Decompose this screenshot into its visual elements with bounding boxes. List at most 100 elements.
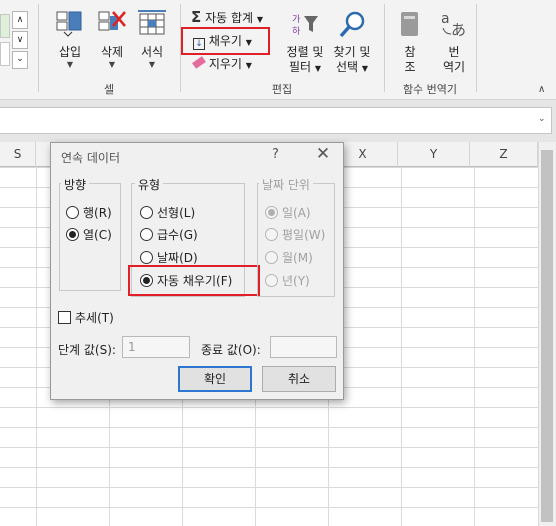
trend-label: 추세(T) — [75, 311, 114, 325]
series-dialog: 연속 데이터 ? ✕ 방향 행(R) 열(C) 유형 선형(L) 급수(G) 날… — [50, 142, 344, 400]
delete-cells-icon — [98, 11, 126, 31]
partial-style-box[interactable] — [0, 14, 10, 38]
weekday-label: 평일(W) — [282, 228, 326, 242]
find-select-button[interactable]: 찾기 및 선택 ▼ — [330, 10, 374, 76]
month-label: 월(M) — [282, 251, 313, 265]
expand-formula-icon[interactable]: ⌄ — [538, 114, 546, 124]
group-separator — [476, 4, 477, 92]
radio-indicator — [140, 251, 153, 264]
column-header[interactable]: Z — [470, 142, 538, 167]
radio-indicator — [140, 228, 153, 241]
cells-group-label: 셀 — [103, 83, 115, 96]
clear-button[interactable]: 지우기 ▼ — [192, 55, 252, 73]
dialog-title: 연속 데이터 — [61, 151, 121, 165]
series-in-legend: 방향 — [61, 176, 90, 193]
radio-indicator — [265, 274, 278, 287]
ok-button[interactable]: 확인 — [178, 366, 252, 392]
insert-label: 삽입 — [58, 45, 82, 59]
fill-highlight-box — [181, 27, 270, 55]
radio-indicator — [265, 228, 278, 241]
function-group-label: 함수 번역기 — [402, 83, 458, 96]
sort-filter-icon: 가 하 — [292, 14, 318, 37]
find-select-label-1: 찾기 및 — [333, 45, 371, 59]
ribbon: ∧ ∨ ⌄ 삽입 ▼ 삭제 ▼ 서식 ▼ 셀 Σ 자동 합계 ▼ ↓ 채우기 ▼… — [0, 0, 556, 100]
autosum-label: 자동 합계 — [205, 11, 254, 25]
editing-group-label: 편집 — [271, 83, 293, 96]
chevron-down-icon: ▼ — [66, 60, 74, 69]
radio-indicator — [265, 206, 278, 219]
year-label: 년(Y) — [282, 274, 310, 288]
linear-label: 선형(L) — [157, 206, 196, 220]
date-label: 날짜(D) — [157, 251, 198, 265]
chevron-down-icon: ▼ — [108, 60, 116, 69]
date-unit-legend: 날짜 단위 — [259, 176, 313, 193]
chevron-up-icon[interactable]: ∧ — [538, 84, 545, 95]
sort-filter-label-2: 필터 — [288, 60, 312, 74]
radio-growth[interactable]: 급수(G) — [140, 226, 198, 244]
scrollbar-thumb[interactable] — [541, 150, 553, 522]
translate-icon: a あ — [441, 11, 466, 39]
sort-filter-button[interactable]: 가 하 정렬 및 필터 ▼ — [282, 10, 328, 76]
cancel-button[interactable]: 취소 — [262, 366, 336, 392]
clear-label: 지우기 — [208, 57, 242, 71]
step-value-label: 단계 값(S): — [58, 343, 116, 357]
book-icon — [401, 12, 418, 36]
find-select-label-2: 선택 — [335, 60, 359, 74]
insert-button[interactable]: 삽입 ▼ — [48, 10, 92, 70]
stop-value-label: 종료 값(O): — [201, 343, 261, 357]
reference-button[interactable]: 참 조 — [392, 10, 428, 75]
group-separator — [384, 4, 385, 92]
svg-text:a: a — [441, 11, 450, 27]
partial-style-box-2[interactable] — [0, 42, 10, 66]
growth-label: 급수(G) — [157, 228, 198, 242]
column-header[interactable]: Y — [398, 142, 470, 167]
more-icon[interactable]: ⌄ — [12, 51, 28, 69]
group-separator — [38, 4, 39, 92]
radio-linear[interactable]: 선형(L) — [140, 204, 195, 222]
chevron-down-icon: ▼ — [245, 61, 252, 70]
insert-cells-icon — [56, 11, 82, 37]
radio-weekday[interactable]: 평일(W) — [265, 226, 325, 244]
formula-input[interactable] — [0, 107, 552, 134]
rows-label: 행(R) — [83, 206, 112, 220]
autofill-highlight-box — [128, 265, 260, 296]
help-icon[interactable]: ? — [272, 147, 279, 162]
stop-value-input[interactable] — [270, 336, 337, 358]
eraser-icon — [192, 56, 206, 69]
radio-indicator — [140, 206, 153, 219]
checkbox-indicator — [58, 311, 71, 324]
svg-text:하: 하 — [292, 26, 301, 37]
sigma-icon: Σ — [191, 8, 202, 26]
day-label: 일(A) — [282, 206, 311, 220]
svg-text:あ: あ — [451, 21, 466, 38]
radio-columns[interactable]: 열(C) — [66, 226, 112, 244]
step-value-input[interactable]: 1 — [122, 336, 190, 358]
close-icon[interactable]: ✕ — [313, 144, 333, 164]
radio-indicator — [66, 228, 79, 241]
reference-label-1: 참 — [404, 45, 416, 59]
chevron-down-icon: ▼ — [148, 60, 156, 69]
translator-label-1: 번 — [448, 45, 460, 59]
delete-button[interactable]: 삭제 ▼ — [92, 10, 132, 70]
columns-label: 열(C) — [83, 228, 112, 242]
column-header[interactable]: S — [0, 142, 36, 167]
format-label: 서식 — [140, 45, 164, 59]
magnifier-icon — [339, 11, 365, 38]
autosum-button[interactable]: Σ 자동 합계 ▼ — [191, 8, 263, 26]
radio-day[interactable]: 일(A) — [265, 204, 311, 222]
radio-indicator — [265, 251, 278, 264]
translator-label-2: 역기 — [442, 60, 466, 74]
format-cells-icon — [138, 10, 166, 35]
chevron-down-icon: ▼ — [256, 15, 264, 24]
scroll-down-icon[interactable]: ∨ — [12, 31, 28, 49]
scroll-up-icon[interactable]: ∧ — [12, 11, 28, 29]
delete-label: 삭제 — [100, 45, 124, 59]
radio-rows[interactable]: 행(R) — [66, 204, 112, 222]
format-button[interactable]: 서식 ▼ — [132, 10, 172, 70]
trend-checkbox[interactable]: 추세(T) — [58, 309, 114, 327]
sort-filter-label-1: 정렬 및 — [286, 45, 324, 59]
translator-button[interactable]: a あ 번 역기 — [434, 10, 474, 75]
radio-month[interactable]: 월(M) — [265, 249, 313, 267]
type-legend: 유형 — [135, 176, 164, 193]
radio-year[interactable]: 년(Y) — [265, 272, 310, 290]
